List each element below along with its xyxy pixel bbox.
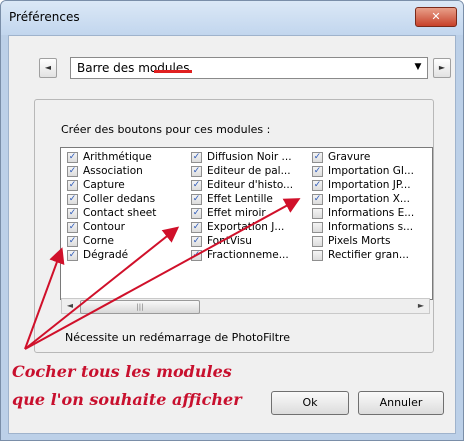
module-item[interactable]: ✓ Fractionneme... [191, 249, 309, 263]
module-item[interactable]: ✓ Effet miroir [191, 207, 309, 221]
module-item[interactable]: Informations E... [312, 207, 430, 221]
module-item[interactable]: ✓ Capture [67, 179, 179, 193]
module-item[interactable]: ✓ Contour [67, 221, 179, 235]
horizontal-scrollbar[interactable]: ◄ ||| ► [61, 298, 430, 314]
module-item[interactable]: ✓ Effet Lentille [191, 193, 309, 207]
module-label: FontVisu [207, 235, 252, 247]
module-item[interactable]: ✓ Importation X... [312, 193, 430, 207]
chevron-down-icon[interactable]: ▼ [411, 60, 425, 74]
module-label: Contact sheet [83, 207, 157, 219]
module-label: Informations E... [328, 207, 415, 219]
module-label: Dégradé [83, 249, 129, 261]
checkbox[interactable]: ✓ [67, 180, 78, 191]
module-label: Informations s... [328, 221, 414, 233]
module-item[interactable]: ✓ Diffusion Noir ... [191, 151, 309, 165]
module-label: Arithmétique [83, 151, 152, 163]
module-item[interactable]: ✓ Coller dedans [67, 193, 179, 207]
checkbox[interactable]: ✓ [67, 250, 78, 261]
checkbox[interactable]: ✓ [191, 152, 202, 163]
module-item[interactable]: ✓ Editeur d'histo... [191, 179, 309, 193]
module-item[interactable]: Informations s... [312, 221, 430, 235]
annotation-line-1: Cocher tous les modules [12, 362, 232, 381]
checkbox[interactable] [312, 222, 323, 233]
module-item[interactable]: ✓ Arithmétique [67, 151, 179, 165]
module-item[interactable]: ✓ FontVisu [191, 235, 309, 249]
module-item[interactable]: ✓ Gravure [312, 151, 430, 165]
module-item[interactable]: ✓ Association [67, 165, 179, 179]
module-label: Contour [83, 221, 125, 233]
checkbox[interactable]: ✓ [67, 222, 78, 233]
checkbox[interactable]: ✓ [191, 250, 202, 261]
module-label: Effet Lentille [207, 193, 273, 205]
annotation-line-2: que l'on souhaite afficher [12, 390, 242, 409]
module-item[interactable]: ✓ Exportation J... [191, 221, 309, 235]
category-select[interactable]: Barre des modules ▼ [70, 57, 428, 79]
ok-button[interactable]: Ok [271, 391, 349, 415]
scroll-left-button[interactable]: ◄ [62, 299, 78, 313]
previous-page-button[interactable]: ◄ [39, 58, 57, 78]
checkbox[interactable]: ✓ [312, 180, 323, 191]
cancel-button[interactable]: Annuler [358, 391, 444, 415]
module-label: Importation JP... [328, 179, 411, 191]
checkbox[interactable]: ✓ [191, 208, 202, 219]
module-label: Corne [83, 235, 115, 247]
modules-listbox[interactable]: ✓ Arithmétique ✓ Association ✓ Capture ✓ Col… [60, 147, 433, 300]
checkbox[interactable]: ✓ [312, 166, 323, 177]
restart-notice: Nécessite un redémarrage de PhotoFiltre [65, 331, 291, 344]
module-item[interactable]: ✓ Dégradé [67, 249, 179, 263]
checkbox[interactable]: ✓ [312, 152, 323, 163]
preferences-dialog: Préférences ✕ ◄ Barre des modules ▼ ► Cr… [0, 0, 464, 441]
highlight-underline [154, 70, 192, 73]
module-label: Pixels Morts [328, 235, 391, 247]
checkbox[interactable]: ✓ [67, 166, 78, 177]
module-label: Fractionneme... [207, 249, 289, 261]
checkbox[interactable]: ✓ [312, 194, 323, 205]
checkbox[interactable] [312, 208, 323, 219]
next-page-button[interactable]: ► [433, 58, 451, 78]
checkbox[interactable]: ✓ [191, 180, 202, 191]
module-item[interactable]: ✓ Editeur de pal... [191, 165, 309, 179]
module-label: Diffusion Noir ... [207, 151, 292, 163]
module-item[interactable]: Pixels Morts [312, 235, 430, 249]
module-label: Importation GI... [328, 165, 414, 177]
module-label: Gravure [328, 151, 371, 163]
module-label: Capture [83, 179, 125, 191]
module-label: Exportation J... [207, 221, 285, 233]
module-label: Coller dedans [83, 193, 156, 205]
checkbox[interactable] [312, 250, 323, 261]
checkbox[interactable]: ✓ [191, 194, 202, 205]
module-label: Effet miroir [207, 207, 266, 219]
module-label: Association [83, 165, 143, 177]
checkbox[interactable]: ✓ [191, 222, 202, 233]
module-item[interactable]: Rectifier gran... [312, 249, 430, 263]
scrollbar-thumb[interactable]: ||| [80, 300, 200, 314]
scroll-right-button[interactable]: ► [413, 299, 429, 313]
module-item[interactable]: ✓ Contact sheet [67, 207, 179, 221]
title-bar: Préférences ✕ [1, 1, 463, 35]
checkbox[interactable]: ✓ [67, 152, 78, 163]
close-button[interactable]: ✕ [415, 7, 457, 27]
checkbox[interactable]: ✓ [191, 166, 202, 177]
dialog-client-area: ◄ Barre des modules ▼ ► Créer des bouton… [8, 35, 456, 434]
module-item[interactable]: ✓ Importation JP... [312, 179, 430, 193]
module-label: Importation X... [328, 193, 410, 205]
module-label: Editeur de pal... [207, 165, 291, 177]
checkbox[interactable] [312, 236, 323, 247]
modules-group-label: Créer des boutons pour ces modules : [61, 123, 271, 136]
checkbox[interactable]: ✓ [67, 194, 78, 205]
module-label: Rectifier gran... [328, 249, 409, 261]
module-label: Editeur d'histo... [207, 179, 294, 191]
window-title: Préférences [9, 10, 80, 24]
checkbox[interactable]: ✓ [191, 236, 202, 247]
checkbox[interactable]: ✓ [67, 236, 78, 247]
module-item[interactable]: ✓ Importation GI... [312, 165, 430, 179]
module-item[interactable]: ✓ Corne [67, 235, 179, 249]
checkbox[interactable]: ✓ [67, 208, 78, 219]
